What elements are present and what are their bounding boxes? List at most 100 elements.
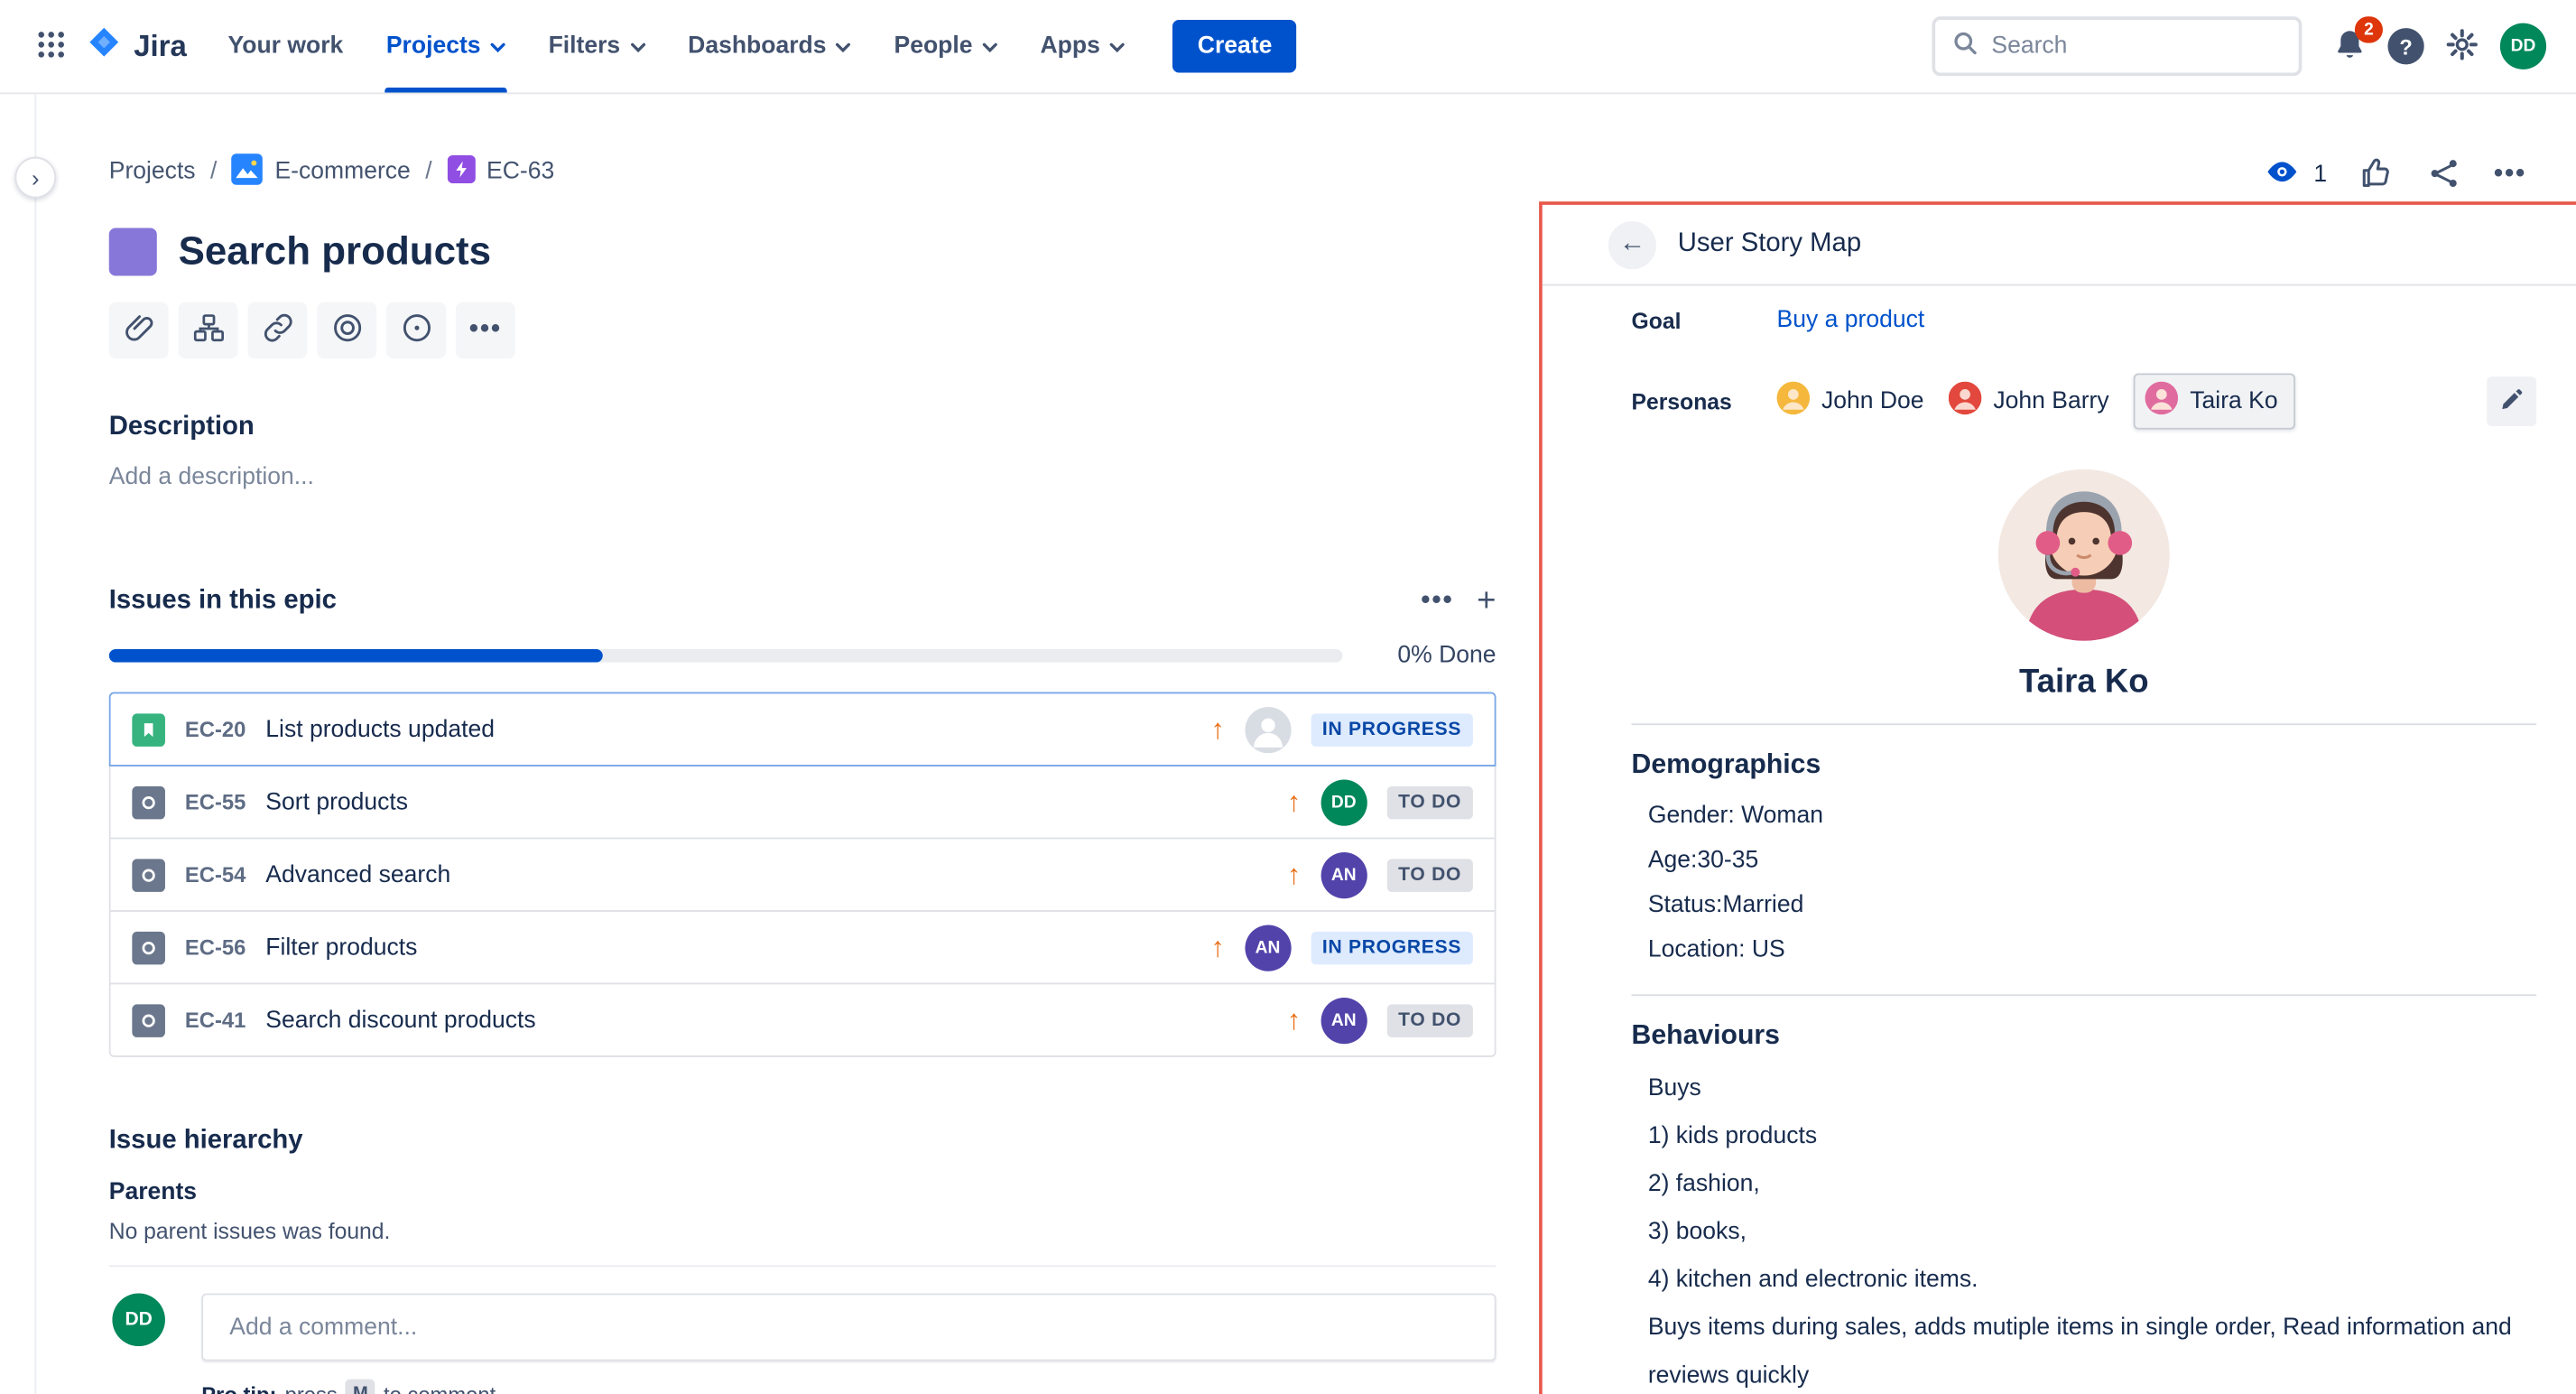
create-button[interactable]: Create xyxy=(1172,20,1296,73)
epic-progress: 0% Done xyxy=(109,643,1496,669)
assignee-avatar-unassigned[interactable] xyxy=(1245,706,1291,752)
persona-avatar-icon xyxy=(1949,382,1982,422)
help-icon: ? xyxy=(2387,28,2423,64)
edit-personas-button[interactable] xyxy=(2487,376,2536,426)
task-type-icon xyxy=(132,931,165,964)
epic-add-issue-button[interactable]: + xyxy=(1477,585,1496,618)
toolbar-more-button[interactable]: ••• xyxy=(456,302,515,358)
assignee-avatar[interactable]: AN xyxy=(1245,925,1291,971)
settings-button[interactable] xyxy=(2434,18,2490,74)
goal-link[interactable]: Buy a product xyxy=(1777,307,1925,333)
more-icon: ••• xyxy=(2494,160,2526,190)
more-icon: ••• xyxy=(1421,586,1453,616)
status-badge[interactable]: TO DO xyxy=(1386,785,1473,819)
comment-placeholder: Add a comment... xyxy=(229,1314,417,1340)
persona-name: Taira Ko xyxy=(1632,664,2537,702)
paperclip-icon xyxy=(121,311,155,350)
nav-apps[interactable]: Apps xyxy=(1019,0,1146,92)
issue-row[interactable]: EC-55 Sort products ↑ DD TO DO xyxy=(109,765,1496,839)
add-app-button[interactable] xyxy=(386,302,446,358)
comment-input[interactable]: Add a comment... xyxy=(201,1293,1496,1361)
nav-filters[interactable]: Filters xyxy=(527,0,667,92)
issue-row[interactable]: EC-54 Advanced search ↑ AN TO DO xyxy=(109,838,1496,912)
breadcrumb-issue-key[interactable]: EC-63 xyxy=(447,154,554,189)
jira-logo[interactable]: Jira xyxy=(79,24,207,69)
behaviour-item: 3) books, xyxy=(1648,1209,2536,1257)
help-button[interactable]: ? xyxy=(2377,18,2433,74)
status-badge[interactable]: TO DO xyxy=(1386,1003,1473,1036)
issue-key[interactable]: EC-55 xyxy=(185,790,246,814)
share-button[interactable] xyxy=(2426,154,2462,196)
status-badge[interactable]: TO DO xyxy=(1386,858,1473,891)
divider xyxy=(1632,723,2537,725)
issue-summary[interactable]: List products updated xyxy=(265,716,1191,742)
search-box[interactable] xyxy=(1932,16,2303,76)
plus-icon: + xyxy=(1477,585,1496,618)
keyboard-key-m: M xyxy=(346,1380,375,1394)
demographics-heading: Demographics xyxy=(1632,750,2537,782)
nav-dashboards[interactable]: Dashboards xyxy=(666,0,872,92)
attach-button[interactable] xyxy=(109,302,169,358)
status-badge[interactable]: IN PROGRESS xyxy=(1311,931,1473,964)
behaviour-item: 1) kids products xyxy=(1648,1113,2536,1161)
issue-summary[interactable]: Sort products xyxy=(265,789,1266,815)
task-type-icon xyxy=(132,785,165,819)
persona-avatar-icon xyxy=(2145,382,2179,422)
top-navigation: Jira Your work Projects Filters Dashboar… xyxy=(0,0,2576,94)
issue-row[interactable]: EC-56 Filter products ↑ AN IN PROGRESS xyxy=(109,910,1496,984)
current-user-avatar: DD xyxy=(112,1293,165,1346)
link-issue-button[interactable] xyxy=(247,302,307,358)
issue-row[interactable]: EC-41 Search discount products ↑ AN TO D… xyxy=(109,983,1496,1057)
add-web-link-button[interactable] xyxy=(317,302,376,358)
assignee-avatar[interactable]: DD xyxy=(1320,779,1367,825)
app-switcher-button[interactable] xyxy=(23,18,79,74)
nav-projects[interactable]: Projects xyxy=(365,0,527,92)
issue-key[interactable]: EC-41 xyxy=(185,1008,246,1032)
watchers-control[interactable]: 1 xyxy=(2264,153,2327,197)
user-avatar[interactable]: DD xyxy=(2500,23,2546,70)
priority-high-icon: ↑ xyxy=(1287,785,1302,819)
assignee-avatar[interactable]: AN xyxy=(1320,997,1367,1043)
more-actions-button[interactable]: ••• xyxy=(2494,160,2526,190)
page-content: › 1 ••• xyxy=(0,94,2576,1394)
description-placeholder[interactable]: Add a description... xyxy=(109,464,1496,490)
jira-window: Jira Your work Projects Filters Dashboar… xyxy=(0,0,2576,1394)
epic-color-swatch[interactable] xyxy=(109,228,157,275)
persona-chip-john-doe[interactable]: John Doe xyxy=(1777,375,1924,428)
epic-issues-more-button[interactable]: ••• xyxy=(1421,586,1453,616)
breadcrumb-project[interactable]: E-commerce xyxy=(232,153,411,191)
issue-row[interactable]: EC-20 List products updated ↑ IN PROGRES… xyxy=(109,692,1496,767)
share-icon xyxy=(2426,154,2462,196)
thumbs-up-icon xyxy=(2358,154,2395,196)
like-button[interactable] xyxy=(2358,154,2395,196)
search-input[interactable] xyxy=(1991,33,2300,60)
issue-key[interactable]: EC-54 xyxy=(185,862,246,887)
nav-people[interactable]: People xyxy=(873,0,1019,92)
issue-summary[interactable]: Filter products xyxy=(265,934,1191,961)
issue-summary[interactable]: Advanced search xyxy=(265,861,1266,888)
behaviour-item: 4) kitchen and electronic items. xyxy=(1648,1257,2536,1305)
persona-chip-taira-ko[interactable]: Taira Ko xyxy=(2134,373,2296,429)
chevron-down-icon xyxy=(982,33,996,60)
issue-summary[interactable]: Search discount products xyxy=(265,1007,1266,1033)
jira-logo-text: Jira xyxy=(134,29,187,63)
assignee-avatar[interactable]: AN xyxy=(1320,851,1367,897)
issue-key[interactable]: EC-20 xyxy=(185,717,246,741)
issue-key[interactable]: EC-56 xyxy=(185,934,246,959)
target-icon xyxy=(329,311,364,350)
demographic-item: Location: US xyxy=(1648,928,2536,972)
back-button[interactable]: ← xyxy=(1608,220,1656,268)
expand-sidebar-button[interactable]: › xyxy=(14,157,56,199)
status-badge[interactable]: IN PROGRESS xyxy=(1311,712,1473,746)
issue-title[interactable]: Search products xyxy=(179,228,491,274)
priority-high-icon: ↑ xyxy=(1287,1003,1302,1036)
link-icon xyxy=(260,311,294,350)
persona-avatar-icon xyxy=(1777,382,1811,422)
add-child-issue-button[interactable] xyxy=(179,302,238,358)
divider xyxy=(1632,994,2537,996)
nav-your-work[interactable]: Your work xyxy=(207,0,365,92)
issue-header-actions: 1 ••• xyxy=(2264,153,2526,197)
notifications-button[interactable]: 2 xyxy=(2321,18,2377,74)
breadcrumb-projects[interactable]: Projects xyxy=(109,159,196,185)
persona-chip-john-barry[interactable]: John Barry xyxy=(1949,375,2109,428)
